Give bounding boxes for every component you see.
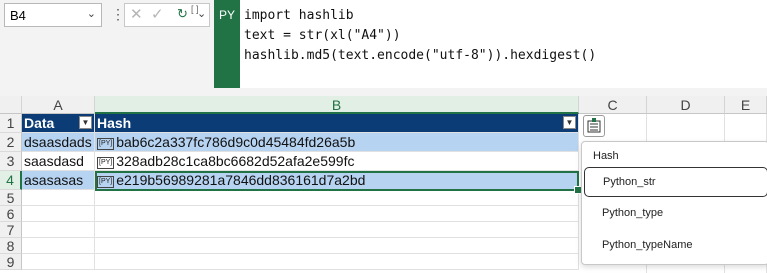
table-cell[interactable]: asasasas: [22, 171, 95, 190]
python-refresh-icon[interactable]: ↻: [177, 6, 188, 22]
empty-cell[interactable]: [95, 222, 579, 238]
formula-bar-area: B4 ⌄ ⋮ ✕ ✓ ↻ [ ] ⌄ PY import hashlib text…: [0, 0, 767, 96]
formula-controls: ✕ ✓ ↻ [ ] ⌄: [124, 3, 210, 27]
table-cell[interactable]: saasdasd: [22, 152, 95, 171]
chevron-down-icon[interactable]: ⌄: [87, 7, 96, 20]
empty-cell[interactable]: [95, 206, 579, 222]
header-label: Hash: [97, 115, 132, 131]
row-header[interactable]: 3: [0, 152, 22, 171]
enter-icon[interactable]: ✓: [151, 5, 164, 23]
empty-cell[interactable]: [95, 190, 579, 206]
column-header-d[interactable]: D: [647, 96, 725, 114]
row-header[interactable]: 4: [0, 171, 22, 190]
table-cell[interactable]: [PY] 328adb28c1ca8bc6682d52afa2e599fc: [95, 152, 579, 171]
filter-dropdown-icon[interactable]: ▼: [79, 116, 92, 129]
python-object-icon[interactable]: [PY]: [97, 138, 115, 150]
suggestion-python-typename[interactable]: Python_typeName: [584, 231, 767, 261]
column-header-c[interactable]: C: [579, 96, 647, 114]
select-all-corner[interactable]: [0, 96, 22, 114]
suggestion-python-str[interactable]: Python_str: [584, 167, 767, 197]
row-header[interactable]: 7: [0, 222, 22, 238]
table-header-hash[interactable]: Hash ▼: [95, 114, 579, 133]
empty-cell[interactable]: [22, 254, 95, 270]
code-line: import hashlib: [244, 8, 354, 23]
name-box[interactable]: B4 ⌄: [4, 3, 102, 27]
python-object-icon[interactable]: [PY]: [97, 157, 115, 169]
suggestion-python-type[interactable]: Python_type: [584, 199, 767, 229]
row-header[interactable]: 8: [0, 238, 22, 254]
cancel-icon[interactable]: ✕: [130, 5, 143, 23]
cell-value: bab6c2a337fc786d9c0d45484fd26a5b: [116, 134, 356, 150]
empty-cell[interactable]: [22, 190, 95, 206]
python-code[interactable]: import hashlib text = str(xl("A4")) hashli…: [244, 6, 596, 66]
more-options-icon[interactable]: ⋮: [111, 6, 125, 23]
row-header[interactable]: 9: [0, 254, 22, 270]
row-header[interactable]: 1: [0, 114, 22, 133]
empty-cell[interactable]: [22, 206, 95, 222]
python-badge[interactable]: PY: [214, 0, 240, 88]
row-header[interactable]: 2: [0, 133, 22, 152]
code-line: hashlib.md5(text.encode("utf-8")).hexdig…: [244, 48, 597, 63]
empty-cell[interactable]: [22, 238, 95, 254]
list-insert-icon: [587, 118, 601, 133]
row-header[interactable]: 6: [0, 206, 22, 222]
empty-cell[interactable]: [95, 238, 579, 254]
table-cell[interactable]: dsaasdads: [22, 133, 95, 152]
active-cell-border: [95, 171, 579, 191]
code-line: text = str(xl("A4")): [244, 28, 401, 43]
header-label: Data: [24, 115, 55, 131]
autocomplete-button[interactable]: [583, 115, 605, 137]
column-header-e[interactable]: E: [725, 96, 767, 114]
popup-title: Hash: [593, 150, 619, 162]
filter-dropdown-icon[interactable]: ▼: [563, 116, 576, 129]
column-header-a[interactable]: A: [22, 96, 95, 114]
row-header[interactable]: 5: [0, 190, 22, 206]
empty-cell[interactable]: [95, 254, 579, 270]
cell-value: 328adb28c1ca8bc6682d52afa2e599fc: [116, 153, 355, 169]
table-header-data[interactable]: Data ▼: [22, 114, 95, 133]
empty-cell[interactable]: [22, 222, 95, 238]
autocomplete-popup: Hash Python_str Python_type Python_typeN…: [581, 141, 767, 265]
name-box-value: B4: [10, 8, 26, 23]
column-header-b[interactable]: B: [95, 96, 579, 114]
table-cell[interactable]: [PY] bab6c2a337fc786d9c0d45484fd26a5b: [95, 133, 579, 152]
chevron-down-icon[interactable]: ⌄: [197, 7, 206, 20]
